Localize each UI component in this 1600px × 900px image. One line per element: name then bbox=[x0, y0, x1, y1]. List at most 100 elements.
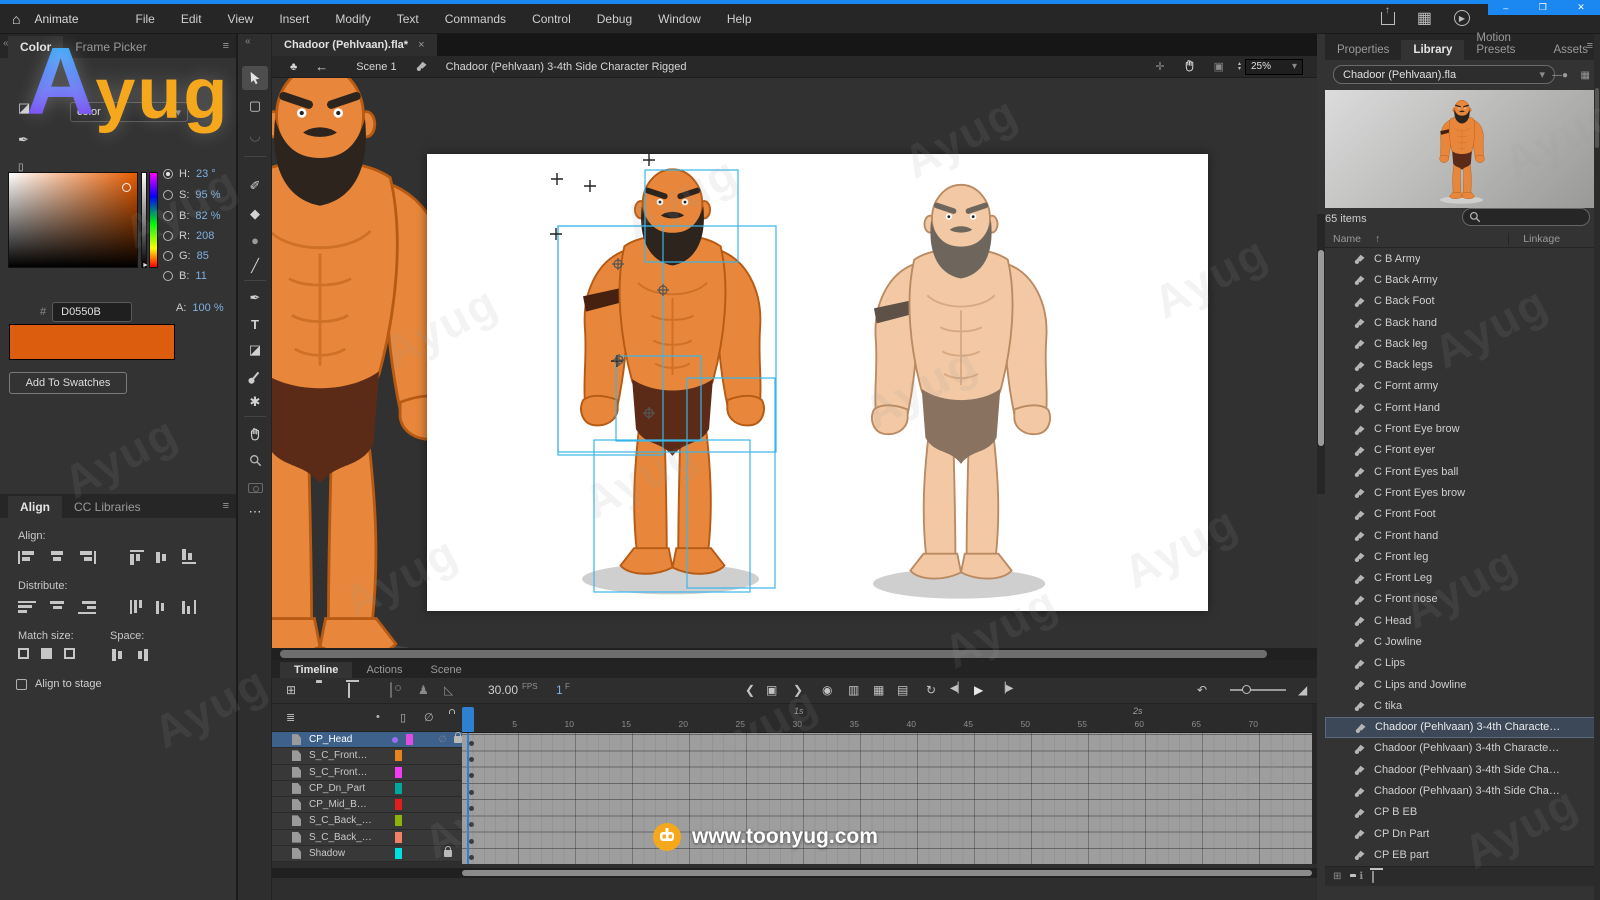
layer-row[interactable]: S_C_Back_… ∅ bbox=[272, 830, 462, 846]
collapse-panel-icon[interactable]: « bbox=[3, 38, 9, 49]
tab-scene[interactable]: Scene bbox=[417, 662, 476, 678]
b-value[interactable]: 82 % bbox=[195, 210, 220, 222]
g-value[interactable]: 85 bbox=[197, 250, 209, 262]
library-item-row[interactable]: Chadoor (Pehlvaan) 3-4th Characte… bbox=[1325, 738, 1600, 759]
layer-name[interactable]: Shadow bbox=[309, 848, 395, 859]
add-to-swatches-button[interactable]: Add To Swatches bbox=[9, 372, 127, 394]
timeline-ruler[interactable]: 1s2s 510152025303540455055606570 bbox=[462, 704, 1312, 733]
tab-timeline[interactable]: Timeline bbox=[280, 662, 352, 678]
close-document-icon[interactable]: × bbox=[418, 39, 424, 51]
asset-warp-tool[interactable]: ✱ bbox=[242, 390, 268, 414]
library-item-row[interactable]: C Back Army bbox=[1325, 269, 1600, 290]
dist-vcenter-icon[interactable] bbox=[48, 601, 66, 614]
layer-lock-icon[interactable] bbox=[444, 850, 452, 857]
layer-row[interactable]: S_C_Back_… ∅ bbox=[272, 813, 462, 829]
minimize-button[interactable]: – bbox=[1503, 3, 1508, 13]
library-item-row[interactable]: C Lips bbox=[1325, 653, 1600, 674]
match-both-icon[interactable] bbox=[64, 648, 75, 659]
tab-cc-libraries[interactable]: CC Libraries bbox=[62, 496, 153, 518]
workspace-icon[interactable]: ▦ bbox=[1417, 8, 1432, 28]
play-icon[interactable]: ▶ bbox=[974, 683, 983, 697]
prev-keyframe-icon[interactable]: ❮ bbox=[745, 683, 755, 697]
new-layer-icon[interactable]: ⊞ bbox=[286, 683, 296, 697]
menu-item[interactable]: File bbox=[123, 12, 168, 26]
layer-name[interactable]: CP_Dn_Part bbox=[309, 783, 395, 794]
share-icon[interactable]: ↑ bbox=[1381, 12, 1395, 25]
b2-value[interactable]: 11 bbox=[195, 270, 206, 282]
library-item-row[interactable]: C Front Eyes brow bbox=[1325, 482, 1600, 503]
dist-top-icon[interactable] bbox=[18, 601, 36, 614]
test-movie-icon[interactable]: ▶ bbox=[1454, 10, 1470, 26]
onion-skin-icon[interactable]: ◉ bbox=[822, 683, 832, 697]
align-to-stage-checkbox[interactable] bbox=[16, 679, 27, 690]
library-search-input[interactable] bbox=[1462, 208, 1590, 226]
library-item-row[interactable]: C Front nose bbox=[1325, 589, 1600, 610]
panel-menu-icon[interactable]: ≡ bbox=[223, 40, 228, 52]
new-library-panel-icon[interactable]: ▦ bbox=[1581, 70, 1590, 81]
library-item-row[interactable]: C Back legs bbox=[1325, 354, 1600, 375]
layer-color-swatch[interactable] bbox=[395, 815, 402, 826]
brush-tool[interactable]: ✐ bbox=[242, 174, 268, 198]
library-item-row[interactable]: C Front eyer bbox=[1325, 440, 1600, 461]
graph-editor-icon[interactable]: ◺ bbox=[444, 683, 453, 697]
library-item-row[interactable]: C Jowline bbox=[1325, 631, 1600, 652]
layer-color-swatch[interactable] bbox=[395, 783, 402, 794]
menu-item[interactable]: Window bbox=[645, 12, 714, 26]
library-item-row[interactable]: CP Dn Part bbox=[1325, 823, 1600, 844]
canvas[interactable] bbox=[272, 78, 1317, 648]
layer-name[interactable]: CP_Mid_B… bbox=[309, 799, 395, 810]
menu-item[interactable]: Edit bbox=[168, 12, 215, 26]
outline-column-icon[interactable]: ▯ bbox=[400, 711, 406, 724]
align-bottom-icon[interactable] bbox=[182, 550, 196, 564]
canvas-hscrollbar[interactable] bbox=[272, 648, 1317, 660]
clip-content-icon[interactable]: ▣ bbox=[1214, 60, 1224, 73]
b2-radio[interactable] bbox=[163, 271, 173, 281]
next-keyframe-icon[interactable]: ❯ bbox=[793, 683, 803, 697]
menu-item[interactable]: View bbox=[215, 12, 267, 26]
alpha-value[interactable]: 100 % bbox=[192, 302, 223, 314]
h-radio[interactable] bbox=[163, 169, 173, 179]
menu-item[interactable]: Commands bbox=[432, 12, 519, 26]
library-item-row[interactable]: C Back Foot bbox=[1325, 291, 1600, 312]
current-frame-value[interactable]: 1 bbox=[556, 683, 563, 697]
layer-color-swatch[interactable] bbox=[395, 767, 402, 778]
close-button[interactable]: ✕ bbox=[1577, 2, 1585, 13]
layer-name[interactable]: S_C_Back_… bbox=[309, 815, 395, 826]
zoom-tool[interactable] bbox=[242, 448, 268, 472]
eraser-tool[interactable]: ◆ bbox=[242, 202, 268, 226]
layer-row[interactable]: CP_Mid_B… ∅ bbox=[272, 797, 462, 813]
dist-hcenter-icon[interactable] bbox=[156, 600, 170, 614]
r-value[interactable]: 208 bbox=[196, 230, 214, 242]
stroke-color-icon[interactable]: ✒ bbox=[18, 132, 29, 148]
layer-name[interactable]: S_C_Back_… bbox=[309, 832, 395, 843]
tab-motion-presets[interactable]: Motion Presets bbox=[1464, 28, 1541, 60]
loop-icon[interactable]: ↻ bbox=[926, 683, 936, 697]
layer-color-swatch[interactable] bbox=[395, 799, 402, 810]
layer-name[interactable]: CP_Head bbox=[309, 734, 392, 745]
center-frame-icon[interactable]: ✛ bbox=[1155, 60, 1164, 73]
menu-item[interactable]: Modify bbox=[322, 12, 383, 26]
space-horizontal-icon[interactable] bbox=[138, 648, 152, 662]
library-item-row[interactable]: C Front Eye brow bbox=[1325, 418, 1600, 439]
hand-mode-icon[interactable] bbox=[1183, 59, 1196, 75]
library-item-row[interactable]: Chadoor (Pehlvaan) 3-4th Side Cha… bbox=[1325, 780, 1600, 801]
column-name[interactable]: Name bbox=[1333, 233, 1361, 245]
menu-item[interactable]: Control bbox=[519, 12, 584, 26]
dist-right-icon[interactable] bbox=[182, 600, 196, 614]
ease-curve-icon[interactable]: ↶ bbox=[1197, 683, 1207, 697]
tab-properties[interactable]: Properties bbox=[1325, 40, 1401, 60]
right-panel-scrollbar[interactable] bbox=[1594, 34, 1600, 900]
back-arrow-icon[interactable]: ← bbox=[315, 59, 328, 74]
tab-frame-picker[interactable]: Frame Picker bbox=[63, 36, 158, 58]
sort-ascending-icon[interactable]: ↑ bbox=[1375, 233, 1380, 245]
home-icon[interactable]: ⌂ bbox=[12, 11, 20, 27]
step-forward-icon[interactable]: ▕▶ bbox=[998, 683, 1013, 694]
oval-tool[interactable]: ● bbox=[242, 228, 268, 252]
library-item-row[interactable]: CP EB part bbox=[1325, 844, 1600, 865]
camera-tool[interactable] bbox=[242, 476, 268, 500]
pin-library-icon[interactable]: —● bbox=[1552, 70, 1568, 81]
library-item-row[interactable]: C Lips and Jowline bbox=[1325, 674, 1600, 695]
hand-tool[interactable] bbox=[242, 422, 268, 446]
menu-item[interactable]: Text bbox=[384, 12, 432, 26]
library-item-row[interactable]: C Front hand bbox=[1325, 525, 1600, 546]
